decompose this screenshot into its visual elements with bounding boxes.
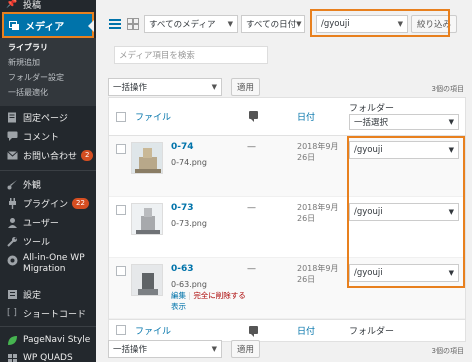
row-checkbox[interactable] [116, 144, 126, 154]
chevron-down-icon: ▼ [211, 83, 217, 91]
row-checkbox[interactable] [116, 266, 126, 276]
column-folder: フォルダー [349, 104, 395, 114]
media-thumbnail[interactable] [131, 142, 163, 174]
folder-bulk-select[interactable]: 一括選択 ▼ [349, 114, 459, 130]
user-icon [6, 216, 18, 228]
contact-count-badge: 2 [81, 149, 94, 161]
apply-button-bottom[interactable]: 適用 [231, 340, 261, 358]
upload-date: 2018年9月 26日 [297, 264, 339, 284]
list-view-icon[interactable] [108, 17, 122, 31]
comment-count: — [247, 264, 256, 274]
chevron-down-icon: ▼ [227, 20, 233, 28]
column-date-footer[interactable]: 日付 [297, 324, 315, 337]
select-all-checkbox[interactable] [116, 112, 126, 122]
apply-button[interactable]: 適用 [231, 78, 261, 96]
sidebar-item-wp-quads[interactable]: WP QUADS [0, 350, 96, 362]
brackets-icon: [ ] [7, 308, 17, 318]
admin-sidebar: 📌 投稿 メディア ライブラリ 新規追加 フォルダー設定 一括最適化 固定ページ… [0, 0, 96, 362]
folder-column-highlight [347, 136, 465, 288]
grid-view-icon[interactable] [126, 17, 140, 31]
sidebar-sub-folder-settings[interactable]: フォルダー設定 [8, 72, 64, 83]
chevron-down-icon: ▼ [296, 20, 302, 28]
sidebar-sub-library[interactable]: ライブラリ [8, 42, 48, 53]
media-thumbnail[interactable] [131, 264, 163, 296]
edit-link[interactable]: 編集 [171, 291, 186, 300]
media-search-input[interactable]: メディア項目を検索 [114, 46, 268, 64]
file-title-link[interactable]: 0-74 [171, 142, 194, 152]
wrench-icon [6, 235, 18, 247]
comment-count: — [247, 203, 256, 213]
file-name: 0-63.png [171, 280, 207, 289]
leaf-icon [6, 334, 18, 346]
page-icon [6, 111, 18, 123]
comment-count: — [247, 142, 256, 152]
delete-permanently-link[interactable]: 完全に削除する [193, 291, 246, 300]
media-thumbnail[interactable] [131, 203, 163, 235]
migration-icon [6, 254, 18, 266]
comment-icon [6, 130, 18, 142]
sidebar-item-plugins[interactable]: プラグイン 22 [0, 195, 96, 211]
plug-icon [6, 197, 18, 209]
main-content: すべてのメディア ▼ すべての日付 ▼ /gyouji ▼ 絞り込み メディア項… [96, 0, 472, 362]
column-file-footer[interactable]: ファイル [135, 324, 171, 337]
settings-icon [6, 288, 18, 300]
bulk-actions-bottom: 一括操作 ▼ 適用 [108, 340, 261, 358]
sidebar-sub-bulk-optimize[interactable]: 一括最適化 [8, 87, 48, 98]
pin-icon: 📌 [6, 0, 18, 9]
chevron-down-icon: ▼ [211, 345, 217, 353]
file-title-link[interactable]: 0-73 [171, 203, 194, 213]
row-checkbox[interactable] [116, 205, 126, 215]
sidebar-sub-add-new[interactable]: 新規追加 [8, 57, 40, 68]
comment-column-icon [249, 326, 258, 337]
sidebar-item-posts[interactable]: 📌 投稿 [0, 0, 96, 12]
sidebar-item-tools[interactable]: ツール [0, 233, 96, 249]
sidebar-item-shortcode[interactable]: [ ] ショートコード [0, 305, 96, 321]
sidebar-item-pagenavi-style[interactable]: PageNavi Style [0, 332, 96, 348]
mail-icon [6, 149, 18, 161]
file-name: 0-73.png [171, 219, 207, 228]
sidebar-item-comments[interactable]: コメント [0, 128, 96, 144]
sidebar-item-pages[interactable]: 固定ページ [0, 109, 96, 125]
sidebar-item-contact[interactable]: お問い合わせ 2 [0, 147, 96, 163]
table-footer: ファイル 日付 フォルダー [109, 319, 465, 341]
column-date[interactable]: 日付 [297, 110, 315, 123]
upload-date: 2018年9月 26日 [297, 142, 339, 162]
bulk-action-select-bottom[interactable]: 一括操作 ▼ [108, 340, 222, 358]
item-count-bottom: 3個の項目 [431, 347, 464, 355]
sidebar-item-all-in-one-wp-migration[interactable]: All-in-One WP Migration [0, 253, 96, 277]
sidebar-item-users[interactable]: ユーザー [0, 214, 96, 230]
date-filter-select[interactable]: すべての日付 ▼ [241, 15, 305, 33]
sidebar-item-media[interactable]: メディア [2, 12, 94, 38]
sidebar-item-appearance[interactable]: 外観 [0, 176, 96, 192]
view-link[interactable]: 表示 [171, 302, 186, 311]
chevron-down-icon: ▼ [448, 118, 454, 126]
select-all-checkbox-footer[interactable] [116, 325, 126, 335]
table-header: ファイル 日付 フォルダー 一括選択 ▼ [109, 98, 465, 136]
file-title-link[interactable]: 0-63 [171, 264, 194, 274]
upload-date: 2018年9月 26日 [297, 203, 339, 223]
media-type-select[interactable]: すべてのメディア ▼ [144, 15, 238, 33]
item-count: 3個の項目 [431, 85, 464, 93]
file-name: 0-74.png [171, 158, 207, 167]
sidebar-item-settings[interactable]: 設定 [0, 286, 96, 302]
row-actions: 編集 | 完全に削除する [171, 291, 246, 300]
quads-icon [6, 352, 18, 362]
plugins-count-badge: 22 [72, 197, 89, 209]
bulk-action-select[interactable]: 一括操作 ▼ [108, 78, 222, 96]
column-folder-footer: フォルダー [349, 327, 395, 337]
media-icon [8, 19, 20, 31]
column-file[interactable]: ファイル [135, 110, 171, 123]
comment-column-icon [249, 111, 258, 122]
folder-filter-highlight [310, 9, 450, 37]
bulk-actions-top: 一括操作 ▼ 適用 [108, 78, 261, 96]
brush-icon [6, 178, 18, 190]
